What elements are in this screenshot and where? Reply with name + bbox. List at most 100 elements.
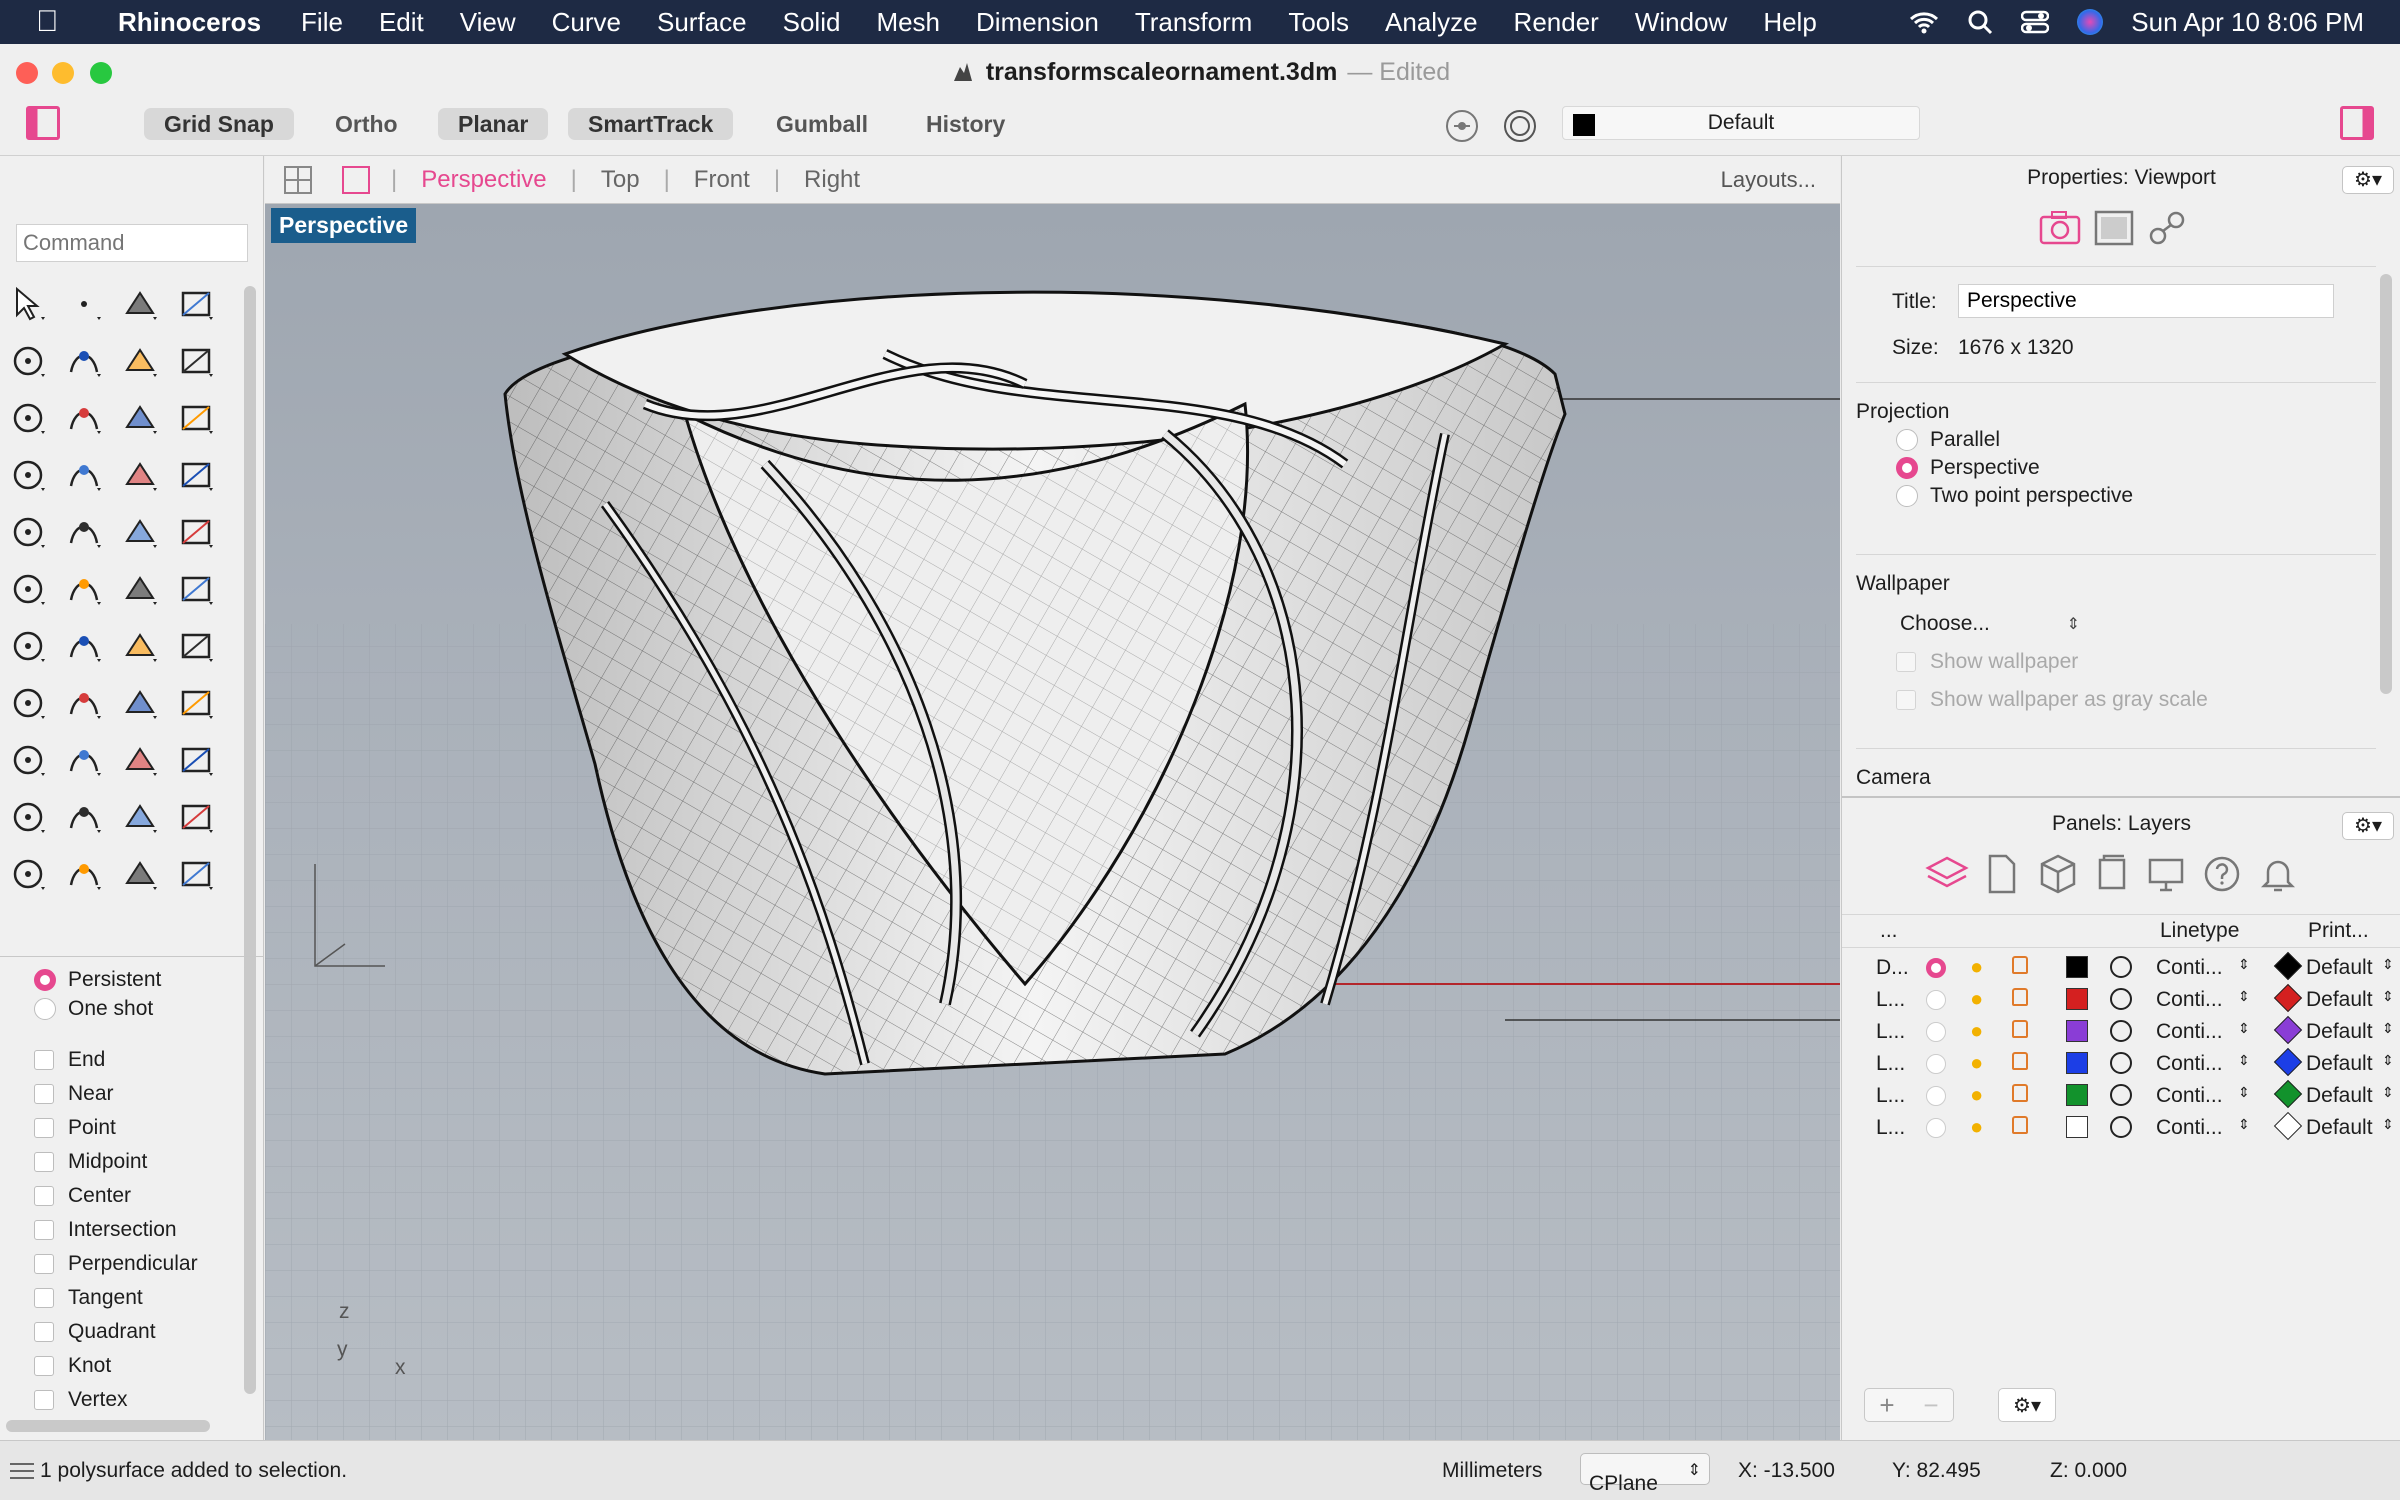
layer-row[interactable]: L... ● Conti... ⇕ Default ⇕ [1842, 1047, 2400, 1080]
one-shot-radio[interactable] [34, 998, 56, 1020]
print-color-diamond[interactable] [2273, 1047, 2303, 1077]
layer-linetype[interactable]: Conti... [2156, 1052, 2223, 1076]
layer-color-swatch[interactable] [2066, 1020, 2088, 1042]
trim-icon[interactable] [118, 510, 162, 554]
layout-icon[interactable] [2092, 852, 2132, 896]
layer-print[interactable]: Default [2306, 1020, 2373, 1044]
viewport-name-label[interactable]: Perspective [271, 208, 417, 243]
group-icon[interactable] [118, 624, 162, 668]
rotate-icon[interactable] [118, 567, 162, 611]
ellipse-icon[interactable] [62, 339, 106, 383]
command-history-icon[interactable] [8, 1461, 36, 1481]
panel-splitter[interactable] [1842, 796, 2400, 798]
lock-icon[interactable] [2012, 1084, 2028, 1102]
osnap-tangent[interactable]: Tangent [34, 1286, 143, 1310]
show-wallpaper-option[interactable]: Show wallpaper [1896, 650, 2078, 674]
document-icon[interactable] [1982, 852, 2022, 896]
lightbulb-icon[interactable]: ● [1970, 986, 1983, 1012]
layer-row[interactable]: L... ● Conti... ⇕ Default ⇕ [1842, 983, 2400, 1016]
point-icon[interactable] [62, 282, 106, 326]
menu-window[interactable]: Window [1635, 7, 1727, 38]
wifi-icon[interactable] [1909, 10, 1939, 34]
lightbulb-icon[interactable]: ● [1970, 954, 1983, 980]
material-icon[interactable] [2110, 988, 2132, 1010]
layer-row[interactable]: L... ● Conti... ⇕ Default ⇕ [1842, 1015, 2400, 1048]
layer-print[interactable]: Default [2306, 1052, 2373, 1076]
osnap-quadrant[interactable]: Quadrant [34, 1320, 156, 1344]
camera-icon[interactable] [2038, 208, 2082, 248]
layers-icon[interactable] [1924, 852, 1970, 896]
text-icon[interactable] [6, 624, 50, 668]
tab-front[interactable]: Front [694, 166, 750, 194]
print-color-diamond[interactable] [2273, 1079, 2303, 1109]
layer-linetype[interactable]: Conti... [2156, 1020, 2223, 1044]
near-checkbox[interactable] [34, 1084, 54, 1104]
box-icon[interactable] [6, 453, 50, 497]
scale-icon[interactable] [62, 624, 106, 668]
properties-tool-icon[interactable] [174, 795, 218, 839]
lightbulb-icon[interactable]: ● [1970, 1114, 1983, 1140]
solid-edit-icon[interactable] [6, 681, 50, 725]
end-checkbox[interactable] [34, 1050, 54, 1070]
zoom-extents-icon[interactable] [118, 738, 162, 782]
lightbulb-icon[interactable]: ● [1970, 1018, 1983, 1044]
osnap-end[interactable]: End [34, 1048, 105, 1072]
menu-curve[interactable]: Curve [552, 7, 621, 38]
car-icon[interactable] [62, 795, 106, 839]
layers-gear-icon[interactable]: ⚙▾ [2342, 812, 2394, 840]
single-viewport-icon[interactable] [341, 165, 371, 195]
menu-app-name[interactable]: Rhinoceros [118, 7, 261, 38]
lock-icon[interactable] [2012, 1020, 2028, 1038]
print-color-diamond[interactable] [2273, 1015, 2303, 1045]
material-icon[interactable] [2110, 1020, 2132, 1042]
zoom-all-icon[interactable] [6, 795, 50, 839]
parallel-radio[interactable] [1896, 429, 1918, 451]
current-layer-selector[interactable]: Default [1562, 106, 1920, 140]
menu-edit[interactable]: Edit [379, 7, 424, 38]
current-layer-radio[interactable] [1926, 1118, 1946, 1138]
layers-options-gear-icon[interactable]: ⚙▾ [1998, 1388, 2056, 1422]
units-label[interactable]: Millimeters [1442, 1459, 1542, 1483]
material-icon[interactable] [118, 852, 162, 896]
lock-icon[interactable] [2012, 988, 2028, 1006]
layer-print[interactable]: Default [2306, 956, 2373, 980]
layer-name[interactable]: L... [1876, 1116, 1905, 1140]
four-viewports-icon[interactable] [283, 165, 313, 195]
viewport-scene[interactable] [265, 204, 1840, 1440]
lightbulb-icon[interactable]: ● [1970, 1050, 1983, 1076]
siri-icon[interactable] [2077, 9, 2104, 35]
osnap-knot[interactable]: Knot [34, 1354, 111, 1378]
split-icon[interactable] [174, 510, 218, 554]
close-window-button[interactable] [16, 62, 38, 84]
print-color-diamond[interactable] [2273, 1111, 2303, 1141]
show-wallpaper-checkbox[interactable] [1896, 652, 1916, 672]
boolean-diff-icon[interactable] [62, 567, 106, 611]
layer-color-swatch[interactable] [2066, 1052, 2088, 1074]
current-layer-radio[interactable] [1926, 1022, 1946, 1042]
menu-analyze[interactable]: Analyze [1385, 7, 1478, 38]
vertex-checkbox[interactable] [34, 1390, 54, 1410]
select-arrow-icon[interactable] [6, 282, 50, 326]
right-sidebar-toggle-icon[interactable] [2340, 106, 2374, 140]
lock-icon[interactable] [62, 852, 106, 896]
array-polar-icon[interactable] [174, 567, 218, 611]
zoom-window-icon[interactable] [6, 738, 50, 782]
layer-row[interactable]: D... ● Conti... ⇕ Default ⇕ [1842, 951, 2400, 984]
print-color-diamond[interactable] [2273, 951, 2303, 981]
menu-mesh[interactable]: Mesh [876, 7, 940, 38]
print-color-diamond[interactable] [2273, 983, 2303, 1013]
lightbulb-icon[interactable]: ● [1970, 1082, 1983, 1108]
explode-icon[interactable] [62, 510, 106, 554]
menu-view[interactable]: View [460, 7, 516, 38]
layer-print[interactable]: Default [2306, 988, 2373, 1012]
osnap-hscrollbar[interactable] [6, 1420, 210, 1432]
col-print-header[interactable]: Print... [2308, 919, 2369, 943]
osnap-persistent[interactable]: Persistent [34, 968, 161, 992]
perpendicular-checkbox[interactable] [34, 1254, 54, 1274]
remove-layer-icon[interactable]: − [1923, 1390, 1938, 1421]
tangent-checkbox[interactable] [34, 1288, 54, 1308]
osnap-midpoint[interactable]: Midpoint [34, 1150, 147, 1174]
persistent-radio[interactable] [34, 969, 56, 991]
lock-icon[interactable] [2012, 956, 2028, 974]
patch-icon[interactable] [6, 510, 50, 554]
